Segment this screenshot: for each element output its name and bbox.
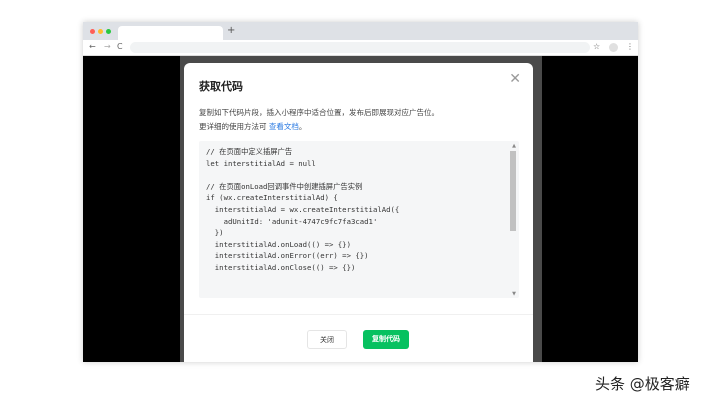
browser-window: + ← → C ☆ ⋮ 获取代码 ✕ 复制如下代码片段，插入小程序中适合位置，发… [83,22,638,362]
profile-avatar[interactable] [609,43,618,52]
description-line: 复制如下代码片段，插入小程序中适合位置，发布后即展现对应广告位。 [199,108,439,117]
scroll-up-icon[interactable]: ▲ [512,143,516,149]
dialog-title: 获取代码 [199,80,243,93]
code-block[interactable]: // 在页面中定义插屏广告 let interstitialAd = null … [199,141,519,298]
close-icon[interactable]: ✕ [509,71,521,87]
dialog-description: 复制如下代码片段，插入小程序中适合位置，发布后即展现对应广告位。 更详细的使用方… [199,106,439,134]
view-docs-link[interactable]: 查看文档 [269,122,299,131]
footer-divider [184,314,533,315]
close-window-icon[interactable] [90,29,95,34]
copy-code-button[interactable]: 复制代码 [363,330,409,349]
new-tab-button[interactable]: + [227,25,235,36]
minimize-window-icon[interactable] [98,29,103,34]
watermark: 头条 @极客癖 [595,375,690,393]
back-icon[interactable]: ← [89,42,96,51]
url-input[interactable] [130,42,590,53]
browser-tab[interactable] [118,26,223,40]
page-content: 获取代码 ✕ 复制如下代码片段，插入小程序中适合位置，发布后即展现对应广告位。 … [83,56,638,362]
get-code-dialog: 获取代码 ✕ 复制如下代码片段，插入小程序中适合位置，发布后即展现对应广告位。 … [184,63,533,362]
tab-bar: + [83,22,638,40]
forward-icon[interactable]: → [104,42,111,51]
address-bar: ← → C ☆ ⋮ [83,40,638,56]
description-text: 更详细的使用方法可 [199,122,269,131]
maximize-window-icon[interactable] [106,29,111,34]
code-snippet[interactable]: // 在页面中定义插屏广告 let interstitialAd = null … [206,146,399,274]
close-button[interactable]: 关闭 [307,330,347,349]
description-end: 。 [298,122,307,131]
menu-icon[interactable]: ⋮ [626,42,634,51]
reload-icon[interactable]: C [117,42,123,51]
scrollbar-thumb[interactable] [510,151,516,231]
star-icon[interactable]: ☆ [593,42,600,51]
scroll-down-icon[interactable]: ▼ [512,291,516,297]
